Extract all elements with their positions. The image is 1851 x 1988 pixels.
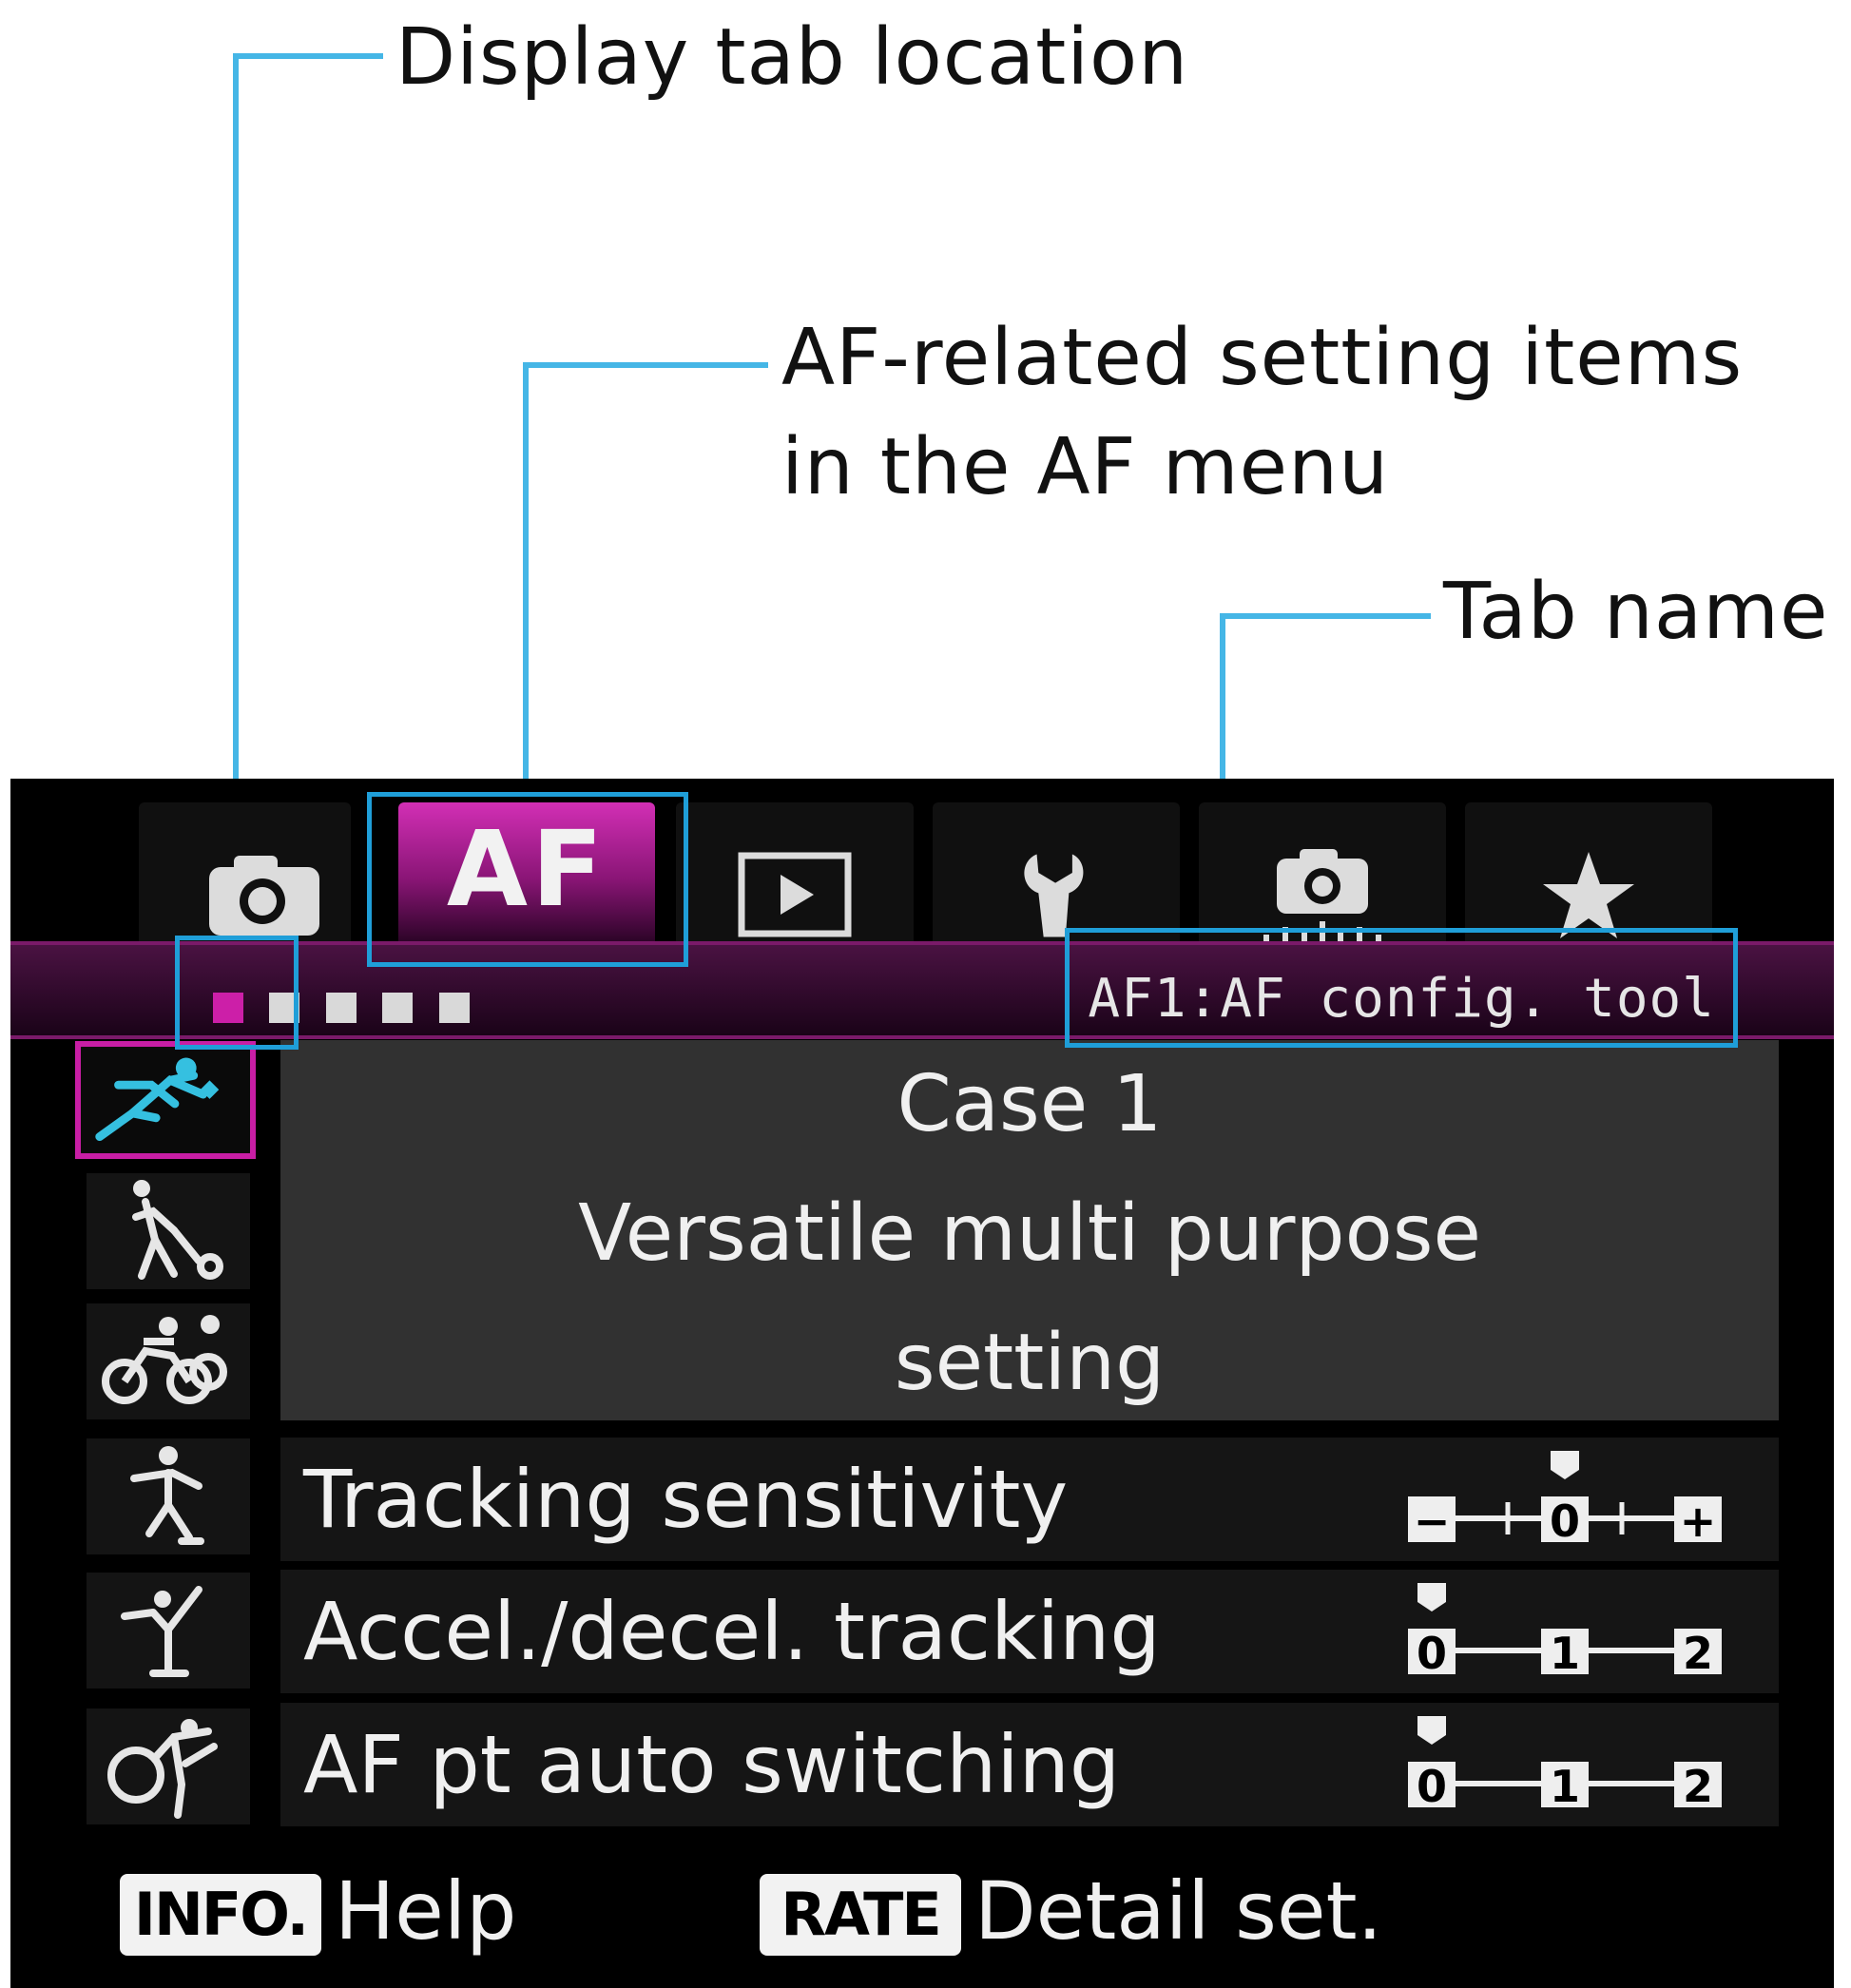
- case-3-button[interactable]: [87, 1303, 250, 1419]
- page-indicator-4[interactable]: [382, 993, 413, 1023]
- value-marker-icon: [1417, 1716, 1446, 1745]
- leader-display-tab-h: [233, 53, 383, 59]
- param-row-tracking-sensitivity[interactable]: Tracking sensitivity − 0 +: [280, 1438, 1779, 1561]
- param-label: Tracking sensitivity: [303, 1453, 1069, 1546]
- tennis-case2-icon: [132, 1180, 223, 1280]
- case-description-panel: Case 1 Versatile multi purpose setting: [280, 1040, 1779, 1420]
- scale-tick-1: 1: [1550, 1628, 1580, 1679]
- highlight-af-tab: [367, 792, 688, 967]
- tab-playback[interactable]: [676, 802, 914, 941]
- scale-tick-1: 1: [1550, 1761, 1580, 1812]
- footer-info-help[interactable]: INFO. Help: [120, 1863, 576, 1967]
- tab-shooting[interactable]: [139, 802, 351, 941]
- tracking-sensitivity-scale[interactable]: − 0 +: [1408, 1447, 1722, 1552]
- play-icon: [738, 852, 852, 937]
- param-label: Accel./decel. tracking: [303, 1585, 1161, 1678]
- page-indicator-3[interactable]: [326, 993, 357, 1023]
- scale-tick-2: 2: [1683, 1628, 1713, 1679]
- accel-decel-tracking-scale[interactable]: 0 1 2: [1408, 1579, 1722, 1684]
- info-button-badge: INFO.: [120, 1874, 321, 1956]
- callout-af-items-line1: AF-related setting items: [781, 313, 1744, 403]
- scale-tick-minus: −: [1414, 1496, 1451, 1547]
- value-marker-icon: [1551, 1451, 1579, 1479]
- highlight-tab-name: [1065, 928, 1738, 1048]
- tab-my-menu[interactable]: [1465, 802, 1712, 941]
- gymnast-case6-icon: [107, 1719, 218, 1819]
- param-row-af-pt-auto-switching[interactable]: AF pt auto switching 0 1 2: [280, 1703, 1779, 1826]
- scale-tick-2: 2: [1683, 1761, 1713, 1812]
- runner-case1-icon: [95, 1057, 220, 1142]
- footer-rate-detail[interactable]: RATE Detail set.: [760, 1863, 1425, 1967]
- case-4-button[interactable]: [87, 1438, 250, 1554]
- scale-tick-plus: +: [1680, 1496, 1717, 1547]
- case-title: Case 1: [897, 1059, 1163, 1149]
- callout-tab-name: Tab name: [1443, 567, 1829, 657]
- scale-tick-0: 0: [1417, 1628, 1447, 1679]
- case-description-line1: Versatile multi purpose: [578, 1188, 1481, 1279]
- callout-af-items-line2: in the AF menu: [781, 422, 1390, 512]
- case-1-button[interactable]: [75, 1041, 256, 1159]
- tab-setup[interactable]: [933, 802, 1180, 941]
- case-description-line2: setting: [894, 1318, 1166, 1408]
- page-indicator-5[interactable]: [439, 993, 470, 1023]
- tab-custom-functions[interactable]: [1199, 802, 1446, 944]
- callout-display-tab-location: Display tab location: [395, 12, 1189, 103]
- figure-skater-case5-icon: [121, 1586, 202, 1677]
- scale-tick-zero: 0: [1550, 1496, 1580, 1547]
- param-label: AF pt auto switching: [303, 1718, 1121, 1811]
- value-marker-icon: [1417, 1583, 1446, 1612]
- footer-help-text: Help: [335, 1864, 517, 1958]
- leader-tab-name-h: [1220, 613, 1431, 619]
- leader-af-items-h: [523, 362, 768, 368]
- leader-af-items-v: [523, 362, 529, 792]
- af-pt-auto-switching-scale[interactable]: 0 1 2: [1408, 1712, 1722, 1817]
- skater-case4-icon: [130, 1446, 204, 1545]
- cyclists-case3-icon: [102, 1315, 227, 1404]
- case-2-button[interactable]: [87, 1173, 250, 1289]
- highlight-display-tab-location: [175, 936, 299, 1050]
- camera-icon: [209, 856, 319, 936]
- case-6-button[interactable]: [87, 1708, 250, 1824]
- case-5-button[interactable]: [87, 1573, 250, 1689]
- rate-button-badge: RATE: [760, 1874, 961, 1956]
- param-row-accel-decel-tracking[interactable]: Accel./decel. tracking 0 1 2: [280, 1570, 1779, 1693]
- footer-detail-text: Detail set.: [974, 1864, 1383, 1958]
- scale-tick-0: 0: [1417, 1761, 1447, 1812]
